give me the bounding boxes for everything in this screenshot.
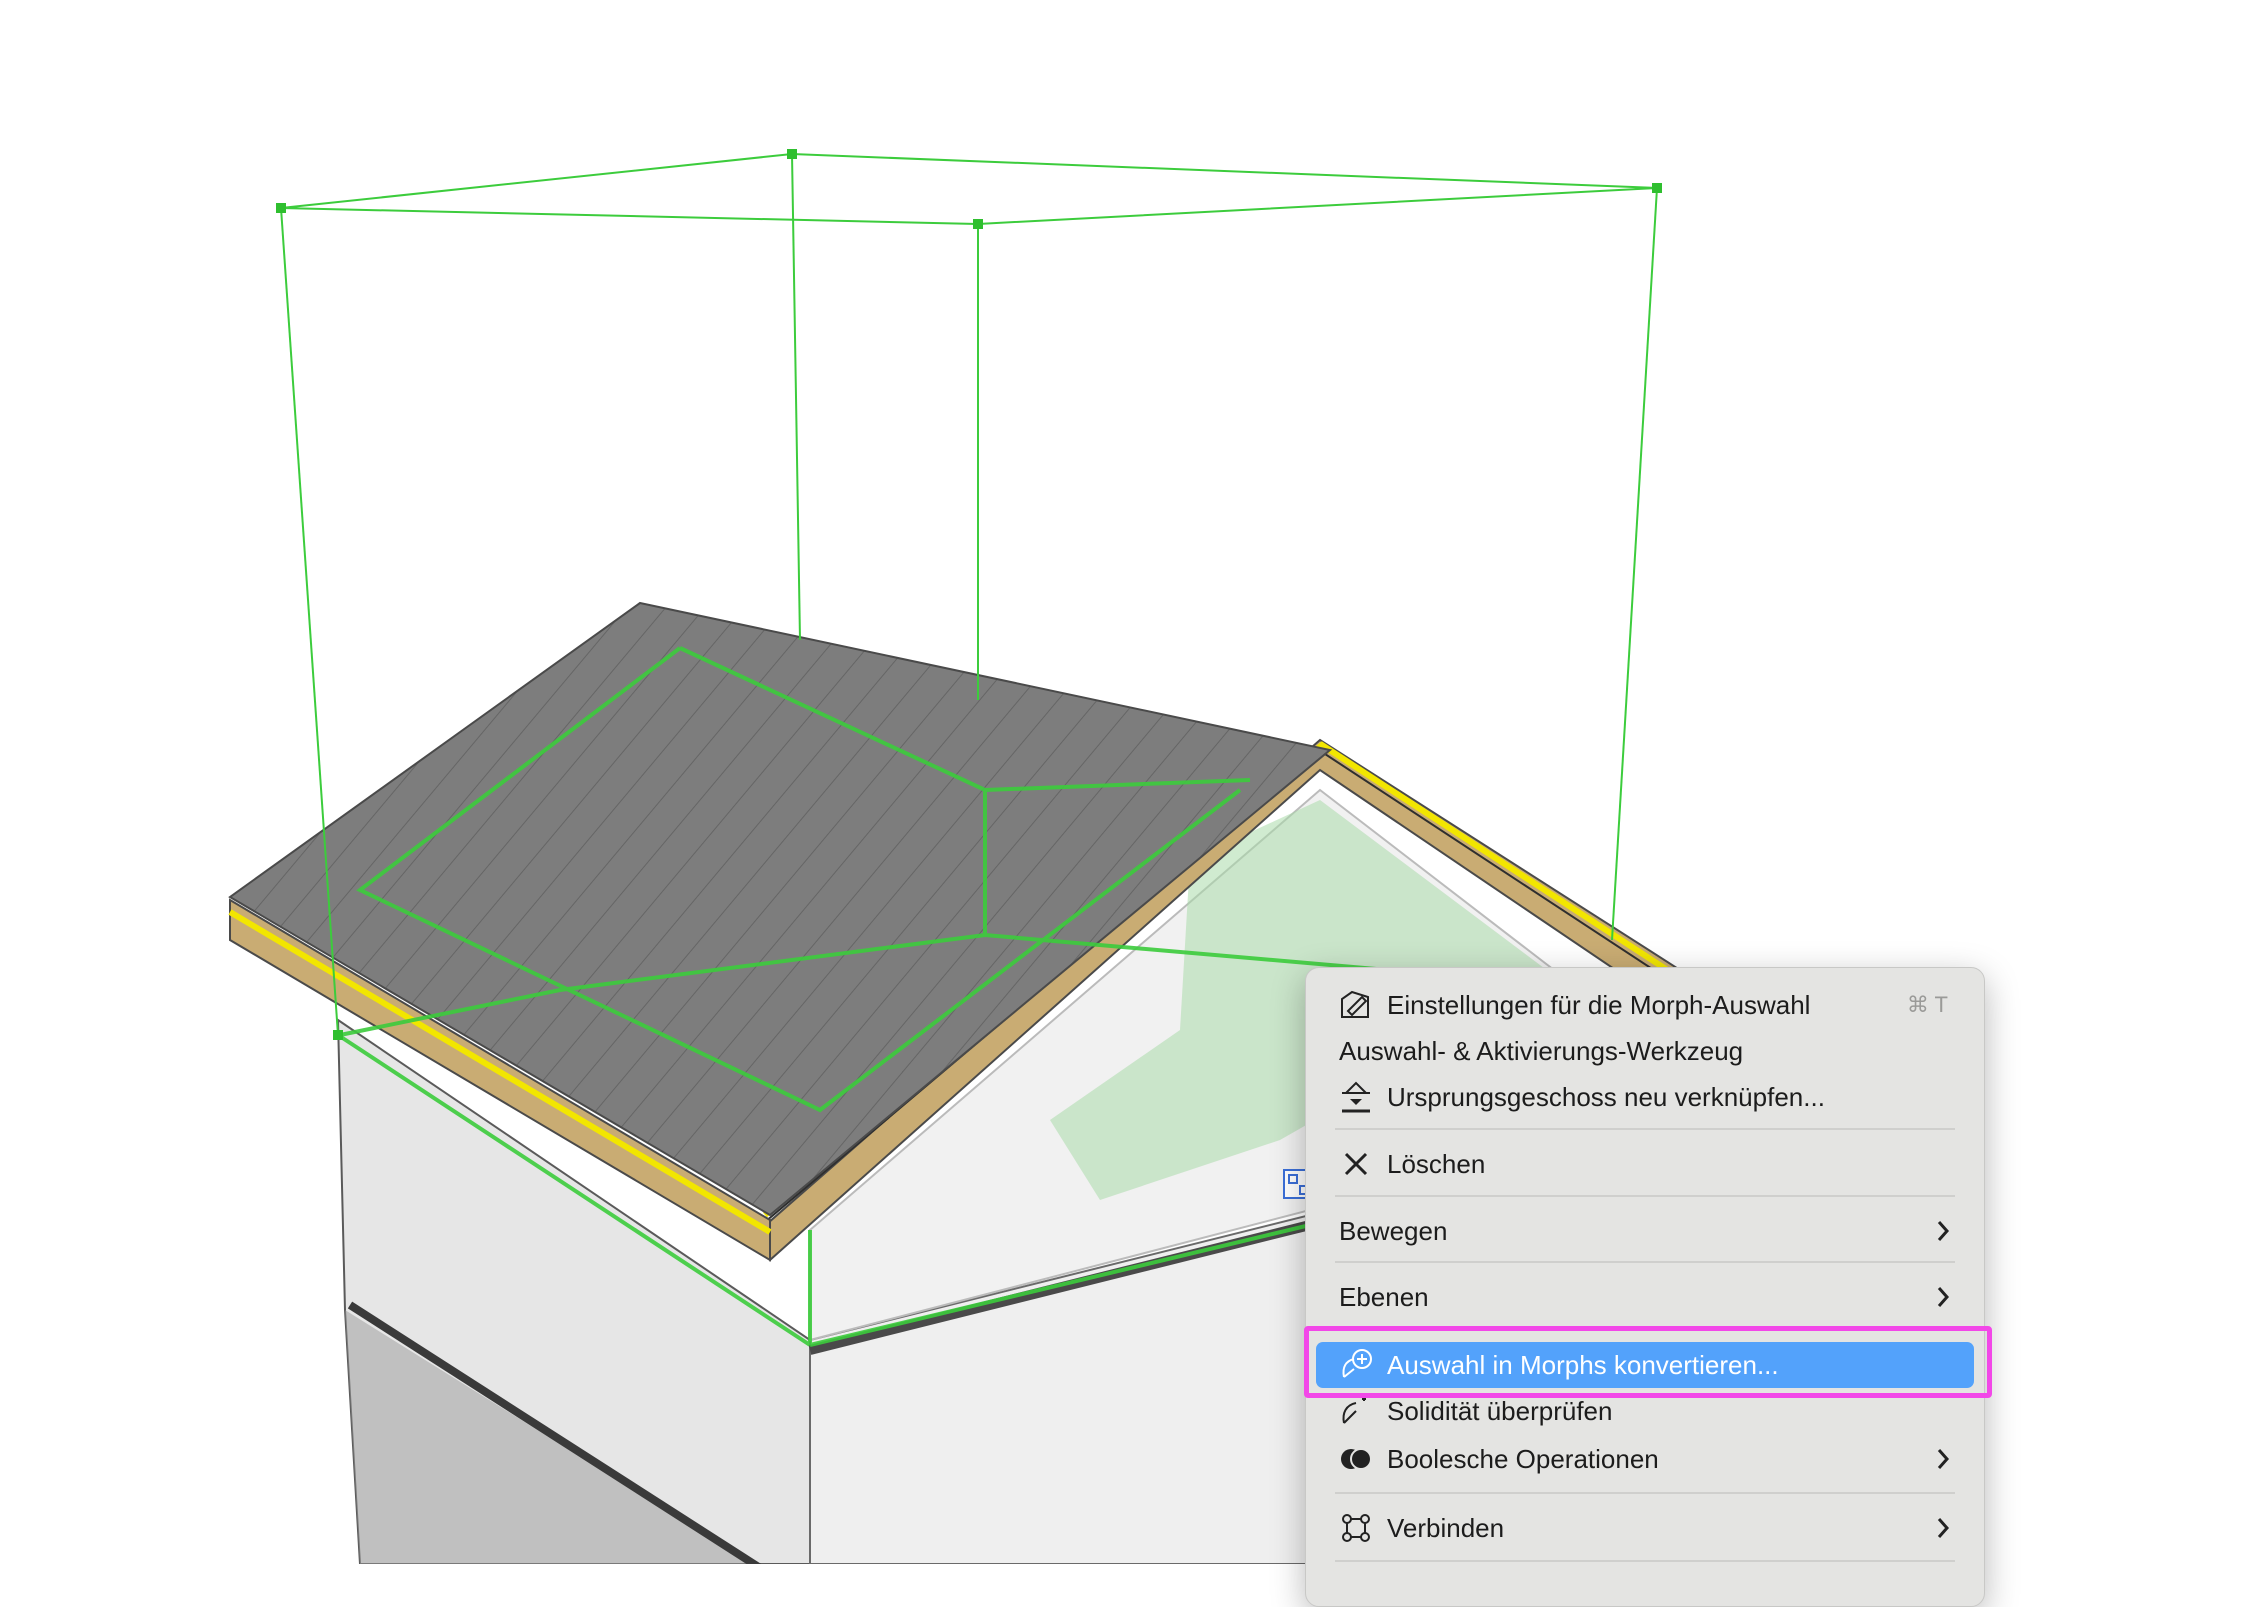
annotation-highlight-box	[1304, 1326, 1992, 1398]
menu-item-boolean-ops[interactable]: Boolesche Operationen	[1316, 1436, 1974, 1482]
menu-separator	[1335, 1128, 1955, 1130]
menu-item-label: Löschen	[1387, 1148, 1486, 1179]
connect-icon	[1342, 1514, 1370, 1542]
menu-item-relink-story[interactable]: Ursprungsgeschoss neu verknüpfen...	[1316, 1074, 1974, 1120]
menu-item-morph-settings[interactable]: Einstellungen für die Morph-Auswahl ⌘ T	[1316, 982, 1974, 1028]
menu-separator	[1335, 1195, 1955, 1197]
menu-separator	[1335, 1261, 1955, 1263]
boolean-icon	[1341, 1448, 1372, 1470]
menu-item-label: Solidität überprüfen	[1387, 1395, 1613, 1426]
menu-item-connect[interactable]: Verbinden	[1316, 1505, 1974, 1551]
menu-item-label: Ursprungsgeschoss neu verknüpfen...	[1387, 1081, 1825, 1112]
menu-separator	[1335, 1492, 1955, 1494]
chevron-right-icon	[1937, 1449, 1950, 1469]
menu-item-label: Verbinden	[1387, 1512, 1505, 1543]
solidity-check-icon	[1342, 1397, 1366, 1424]
menu-item-label: Auswahl- & Aktivierungs-Werkzeug	[1339, 1035, 1744, 1066]
menu-item-shortcut: ⌘ T	[1906, 992, 1948, 1017]
morph-settings-icon	[1341, 990, 1369, 1018]
menu-item-selection-tool[interactable]: Auswahl- & Aktivierungs-Werkzeug	[1316, 1028, 1974, 1074]
menu-separator	[1335, 1560, 1955, 1562]
menu-item-label: Boolesche Operationen	[1387, 1443, 1659, 1474]
menu-item-label: Einstellungen für die Morph-Auswahl	[1387, 989, 1811, 1020]
chevron-right-icon	[1937, 1518, 1950, 1538]
close-icon	[1344, 1152, 1368, 1176]
menu-item-label: Ebenen	[1339, 1281, 1429, 1312]
menu-item-label: Bewegen	[1339, 1215, 1448, 1246]
menu-item-delete[interactable]: Löschen	[1316, 1141, 1974, 1187]
menu-item-move[interactable]: Bewegen	[1316, 1208, 1974, 1254]
chevron-right-icon	[1937, 1287, 1950, 1307]
chevron-right-icon	[1937, 1221, 1950, 1241]
menu-item-layers[interactable]: Ebenen	[1316, 1274, 1974, 1320]
context-menu[interactable]: Einstellungen für die Morph-Auswahl ⌘ T …	[1305, 967, 1985, 1607]
home-story-icon	[1342, 1081, 1370, 1113]
